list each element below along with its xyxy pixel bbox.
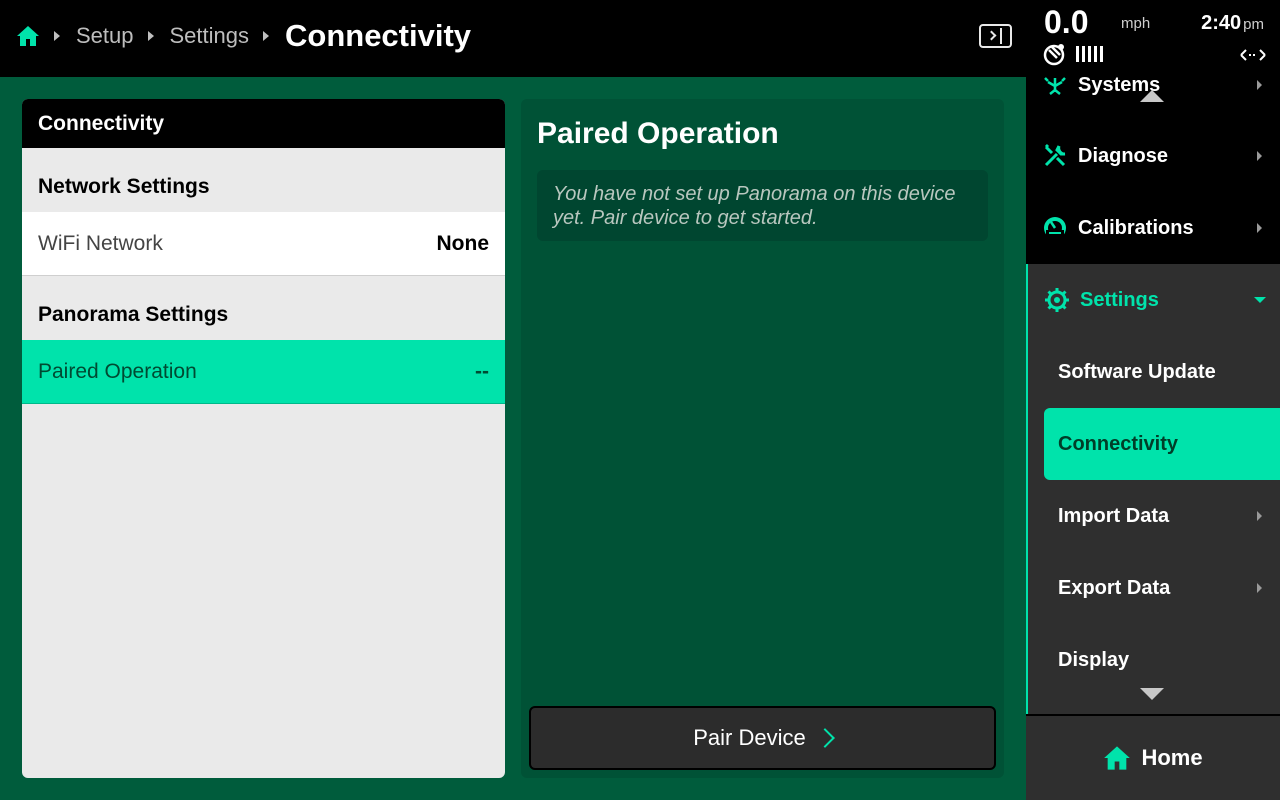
speed-unit: mph — [1121, 15, 1151, 32]
wifi-network-value: None — [436, 231, 490, 255]
nav-item-calibrations[interactable]: Calibrations — [1026, 192, 1280, 264]
scroll-down-icon[interactable] — [1140, 688, 1164, 700]
nav-item-display[interactable]: Display — [1044, 624, 1280, 696]
home-icon — [1104, 746, 1131, 770]
home-button[interactable]: Home — [1026, 714, 1280, 800]
systems-icon — [1042, 72, 1068, 98]
nav-item-import-data[interactable]: Import Data — [1044, 480, 1280, 552]
scroll-up-icon[interactable] — [1140, 90, 1164, 102]
page-title: Connectivity — [285, 18, 472, 53]
breadcrumb-separator-icon — [54, 31, 60, 41]
gear-icon — [1044, 287, 1070, 313]
breadcrumb-settings[interactable]: Settings — [170, 23, 250, 49]
chevron-right-icon — [1257, 583, 1262, 593]
chevron-right-icon — [1257, 223, 1262, 233]
panorama-settings-heading: Panorama Settings — [38, 303, 229, 326]
chevron-right-icon — [1257, 511, 1262, 521]
setup-notice: You have not set up Panorama on this dev… — [537, 170, 988, 241]
top-bar: Setup Settings Connectivity — [0, 0, 1026, 77]
nav-item-diagnose[interactable]: Diagnose — [1026, 120, 1280, 192]
panel-title: Paired Operation — [537, 117, 779, 150]
paired-operation-value: -- — [475, 359, 489, 383]
nav-label-diagnose: Diagnose — [1078, 144, 1169, 167]
breadcrumb-setup[interactable]: Setup — [76, 23, 134, 49]
wrench-icon — [1042, 143, 1068, 169]
nav-item-export-data[interactable]: Export Data — [1044, 552, 1280, 624]
nav-label-software-update: Software Update — [1058, 360, 1216, 383]
paired-operation-label: Paired Operation — [38, 359, 197, 383]
clock: 2:40 pm — [1201, 12, 1264, 35]
chevron-down-icon — [1254, 297, 1266, 303]
nav-item-systems[interactable]: Systems — [1026, 49, 1280, 121]
panel-toggle-button[interactable] — [979, 24, 1012, 48]
nav-label-calibrations: Calibrations — [1078, 216, 1194, 239]
nav-label-display: Display — [1058, 648, 1130, 671]
nav-item-software-update[interactable]: Software Update — [1044, 336, 1280, 408]
side-navigation: Systems Diagnose Calibrations Settings S… — [1026, 72, 1280, 800]
speed-readout: 0.0 — [1044, 4, 1089, 40]
card-title: Connectivity — [22, 99, 505, 148]
chevron-right-icon — [1257, 151, 1262, 161]
paired-operation-row[interactable]: Paired Operation -- — [22, 340, 505, 404]
pair-device-label: Pair Device — [693, 725, 806, 750]
breadcrumb: Setup Settings Connectivity — [16, 0, 471, 72]
gauge-icon — [1042, 215, 1068, 241]
settings-group: Settings Software Update Connectivity Im… — [1026, 264, 1280, 714]
wifi-network-label: WiFi Network — [38, 231, 163, 255]
chevron-right-icon — [814, 728, 835, 748]
connectivity-card: Connectivity Network Settings WiFi Netwo… — [22, 99, 505, 778]
clock-time: 2:40 — [1201, 12, 1242, 34]
home-icon[interactable] — [16, 24, 40, 48]
nav-item-connectivity[interactable]: Connectivity — [1044, 408, 1280, 480]
breadcrumb-separator-icon — [263, 31, 269, 41]
wifi-network-row[interactable]: WiFi Network None — [22, 212, 505, 276]
clock-ampm: pm — [1243, 16, 1264, 33]
breadcrumb-separator-icon — [147, 31, 154, 41]
nav-label-settings: Settings — [1080, 288, 1159, 311]
paired-operation-panel: Paired Operation You have not set up Pan… — [521, 99, 1004, 778]
nav-item-settings[interactable]: Settings — [1028, 264, 1280, 336]
pair-device-button[interactable]: Pair Device — [529, 706, 996, 770]
home-label: Home — [1141, 745, 1203, 770]
nav-label-import-data: Import Data — [1058, 504, 1170, 527]
chevron-right-icon — [986, 30, 997, 41]
chevron-right-icon — [1257, 80, 1262, 90]
nav-label-export-data: Export Data — [1058, 576, 1171, 599]
network-settings-heading: Network Settings — [38, 175, 210, 198]
nav-label-connectivity: Connectivity — [1058, 432, 1179, 455]
